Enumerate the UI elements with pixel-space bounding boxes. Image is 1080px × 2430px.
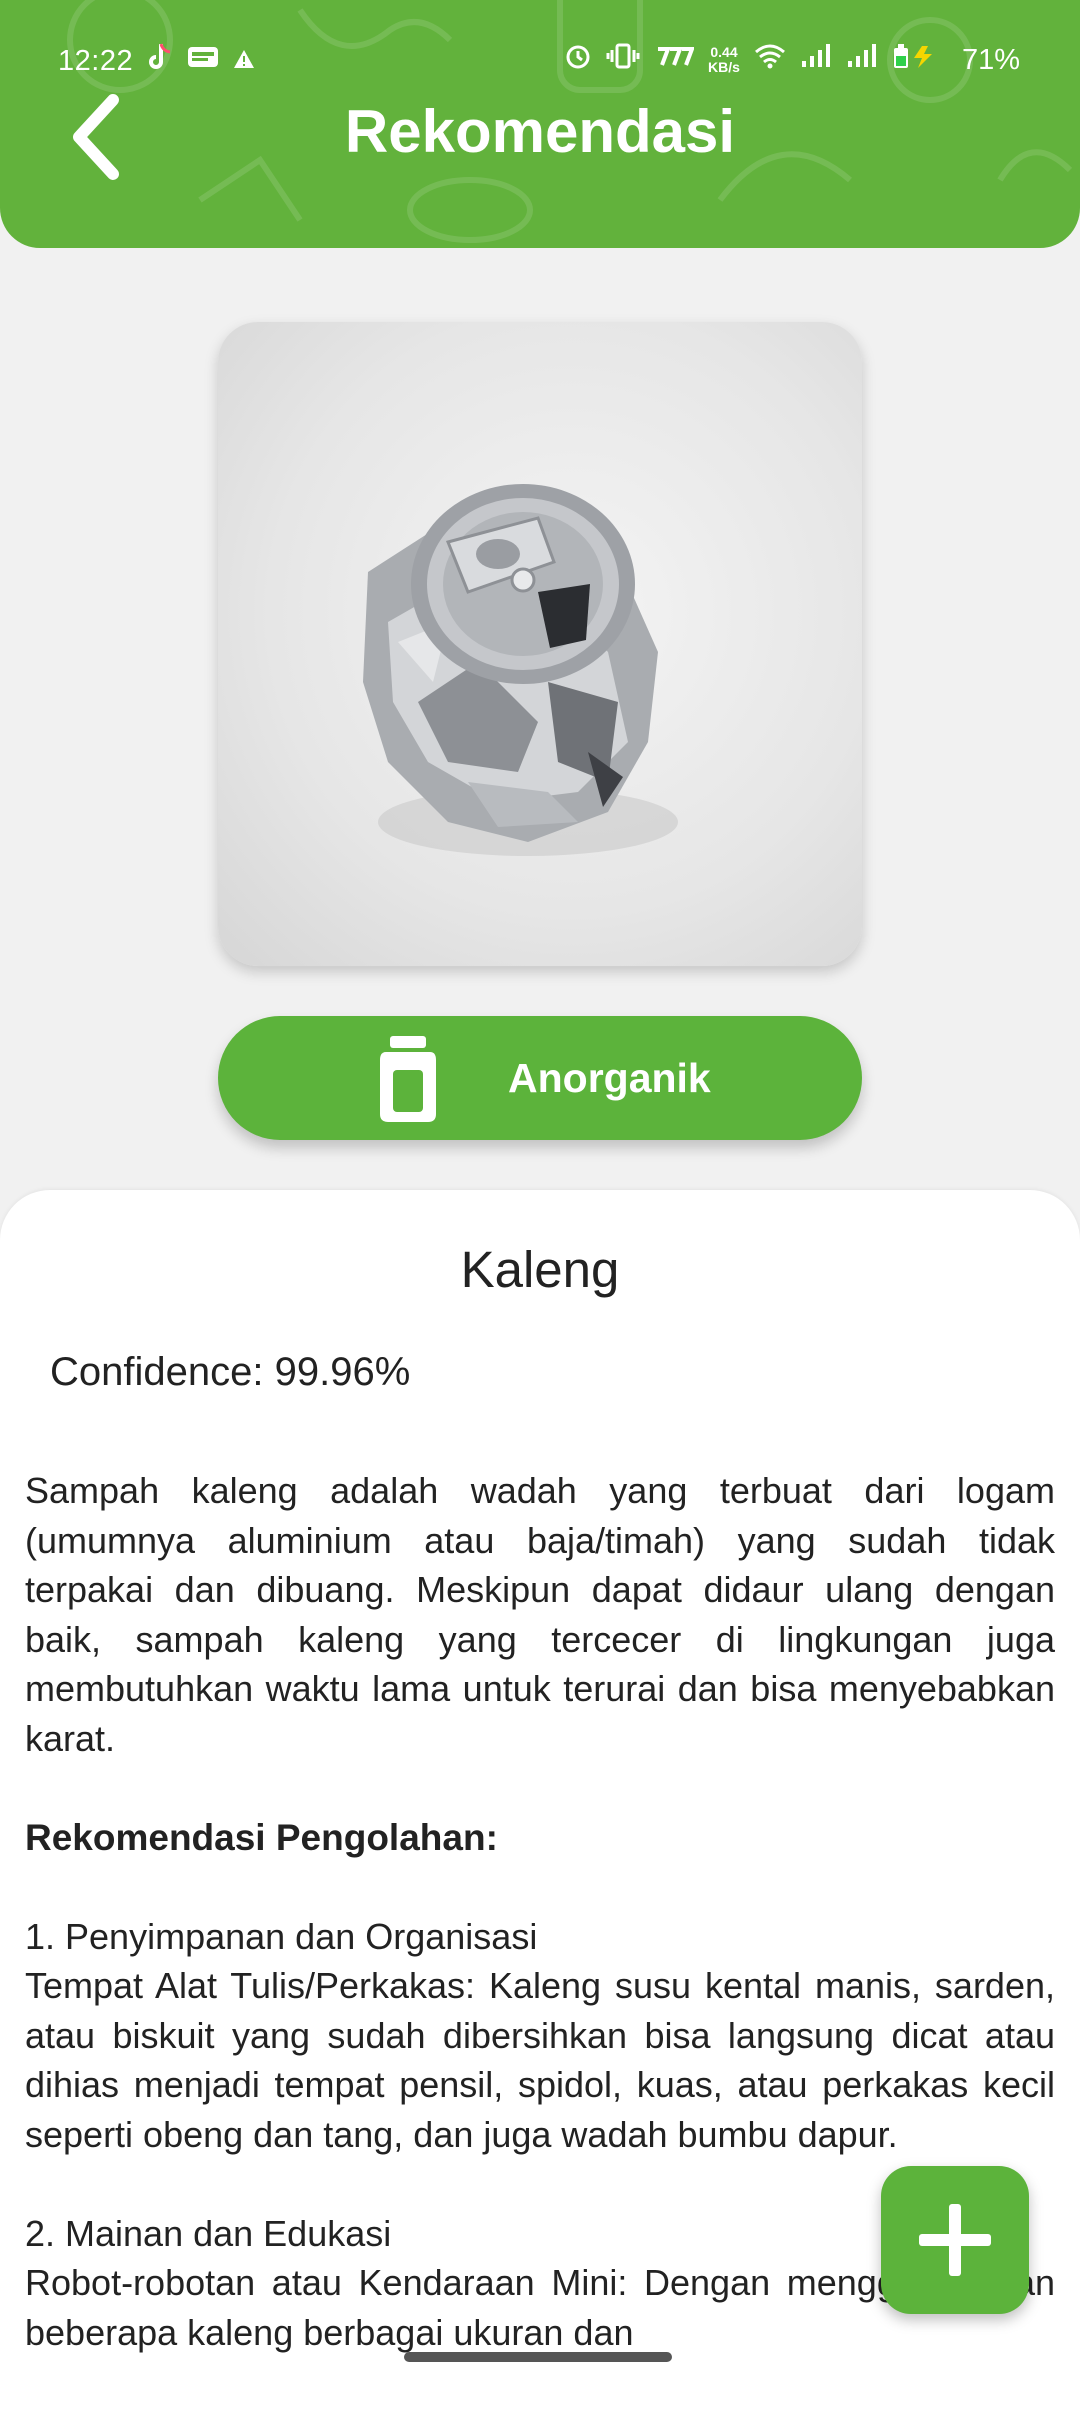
alarm-icon [564,42,592,78]
confidence-score: Confidence: 99.96% [50,1350,411,1394]
status-time: 12:22 [58,44,134,77]
section-body: Tempat Alat Tulis/Perkakas: Kaleng susu … [25,1965,1055,2155]
battery-percentage: 71% [961,43,1020,76]
app-header: 12:22 0.44 KB/s 71% Rekomendasi [0,0,1080,248]
item-name: Kaleng [460,1241,620,1298]
warning-icon [233,45,255,78]
section-title: 1. Penyimpanan dan Organisasi [25,1915,538,1957]
webtoon-icon [187,43,219,79]
category-label: Anorganik [508,1055,711,1101]
network-speed-unit: KB/s [708,59,740,75]
plus-icon [919,2204,991,2276]
recommendation-heading: Rekomendasi Pengolahan: [25,1816,498,1858]
signal-icon [846,43,878,77]
home-indicator[interactable] [404,2352,672,2362]
carrier-icon [654,44,695,77]
wifi-icon [754,43,786,77]
status-bar: 12:22 0.44 KB/s 71% [0,36,1080,86]
battery-charging-icon [892,42,948,78]
jar-icon [380,1036,436,1122]
page-title: Rekomendasi [344,98,736,165]
network-speed: 0.44 KB/s [708,45,740,75]
add-button[interactable] [881,2166,1029,2314]
category-badge: Anorganik [218,1016,862,1140]
tiktok-icon [147,42,173,80]
signal-icon [800,43,832,77]
crushed-can-image [363,484,678,856]
waste-description: Sampah kaleng adalah wadah yang terbuat … [25,1470,1055,1759]
vibrate-icon [606,42,640,78]
network-speed-value: 0.44 [710,44,738,60]
scanned-photo [218,322,862,966]
